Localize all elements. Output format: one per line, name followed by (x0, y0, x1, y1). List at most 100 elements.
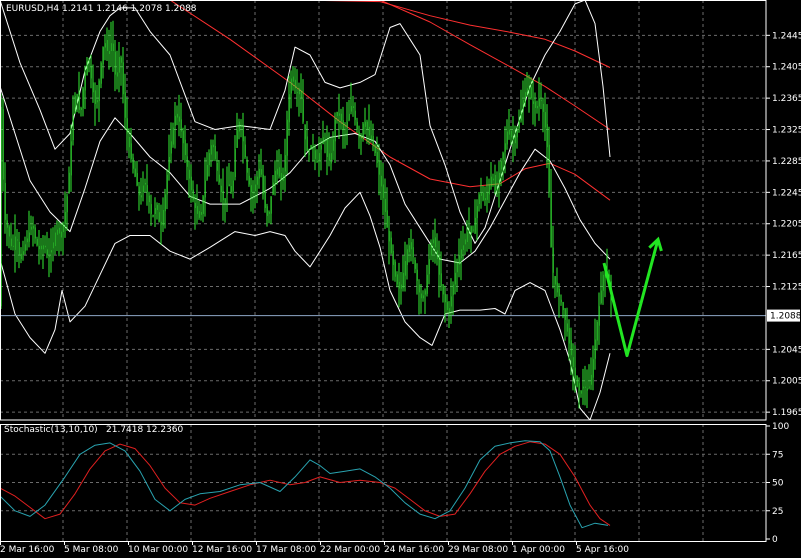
candle (312, 133, 314, 162)
candle-body (236, 129, 238, 148)
candle-body (70, 141, 72, 176)
candle (464, 233, 466, 255)
candle (130, 127, 132, 163)
candle-body (12, 245, 14, 247)
time-tick-label: 1 Apr 00:00 (512, 545, 565, 554)
candle (410, 229, 412, 262)
candle (18, 232, 20, 269)
candle (554, 276, 556, 299)
candle-body (312, 147, 314, 149)
candle-body (570, 340, 572, 356)
candle-body (148, 195, 150, 203)
candle-body (130, 143, 132, 159)
candle-body (18, 241, 20, 256)
candle (90, 54, 92, 89)
candle (386, 187, 388, 228)
candle (308, 148, 310, 162)
candle-body (328, 153, 330, 161)
candle (418, 279, 420, 315)
candle-body (202, 196, 204, 214)
candle (86, 56, 88, 76)
candle-body (542, 103, 544, 112)
projection-arrow-line (602, 239, 660, 358)
candle (70, 124, 72, 192)
candle (272, 174, 274, 196)
candle (544, 92, 546, 142)
candle (156, 202, 158, 220)
candle-body (182, 130, 184, 144)
candle (374, 143, 376, 157)
candle (382, 163, 384, 216)
candle (338, 93, 340, 139)
candle-body (278, 167, 280, 177)
candle (136, 160, 138, 187)
candle (126, 97, 128, 151)
candle-body (92, 82, 94, 93)
time-tick-label: 10 Mar 00:00 (128, 545, 188, 554)
candle (228, 162, 230, 187)
candle (246, 156, 248, 181)
candle (600, 271, 602, 305)
candle (522, 80, 524, 126)
candle-body (376, 152, 378, 163)
candle (62, 221, 64, 256)
candle-body (290, 78, 292, 94)
candle-body (264, 192, 266, 209)
chart-canvas[interactable]: 1.2445 1.2405 1.2365 1.2325 1.2285 1.2245 1.22… (0, 0, 801, 555)
candle (46, 231, 48, 259)
candle-body (158, 212, 160, 222)
candle-body (324, 140, 326, 142)
candle-body (368, 126, 370, 136)
candle-body (420, 293, 422, 299)
candle-body (502, 153, 504, 160)
candle (286, 110, 288, 175)
candle-body (210, 145, 212, 155)
candle (392, 244, 394, 281)
price-tick-label: 1.2285 (772, 157, 801, 167)
candle-body (510, 130, 512, 138)
candle (486, 176, 488, 213)
candle-body (556, 282, 558, 293)
candle (230, 171, 232, 194)
candle-body (436, 250, 438, 260)
candle-body (540, 100, 542, 102)
candle (430, 239, 432, 261)
candle (10, 222, 12, 251)
candle (88, 57, 90, 73)
candle-body (538, 98, 540, 107)
candle-body (590, 374, 592, 385)
candle-body (252, 192, 254, 194)
candle (278, 149, 280, 179)
candle-body (16, 239, 18, 241)
candle-body (206, 164, 208, 180)
candle-body (260, 169, 262, 175)
candle-body (336, 111, 338, 117)
candle (400, 271, 402, 305)
candle (124, 73, 126, 130)
candle (482, 185, 484, 202)
trading-chart[interactable]: 1.2445 1.2405 1.2365 1.2325 1.2285 1.2245 1.22… (0, 0, 801, 555)
candle (72, 95, 74, 146)
candle-body (320, 145, 322, 150)
candle-body (342, 120, 344, 130)
candle-body (366, 121, 368, 130)
candle (316, 149, 318, 163)
candle (146, 164, 148, 206)
candle (34, 224, 36, 244)
candle (294, 67, 296, 94)
candle (518, 109, 520, 133)
candle (416, 263, 418, 295)
candle (548, 126, 550, 198)
candle-body (548, 144, 550, 193)
candle (572, 343, 574, 391)
candle (582, 368, 584, 405)
candle-body (142, 185, 144, 193)
candle-body (62, 223, 64, 233)
candle (556, 267, 558, 297)
candle-body (222, 190, 224, 201)
candle-body (166, 174, 168, 195)
candle-body (214, 145, 216, 159)
candle-body (444, 293, 446, 303)
price-tick-label: 1.2045 (772, 345, 801, 355)
candle (280, 154, 282, 201)
